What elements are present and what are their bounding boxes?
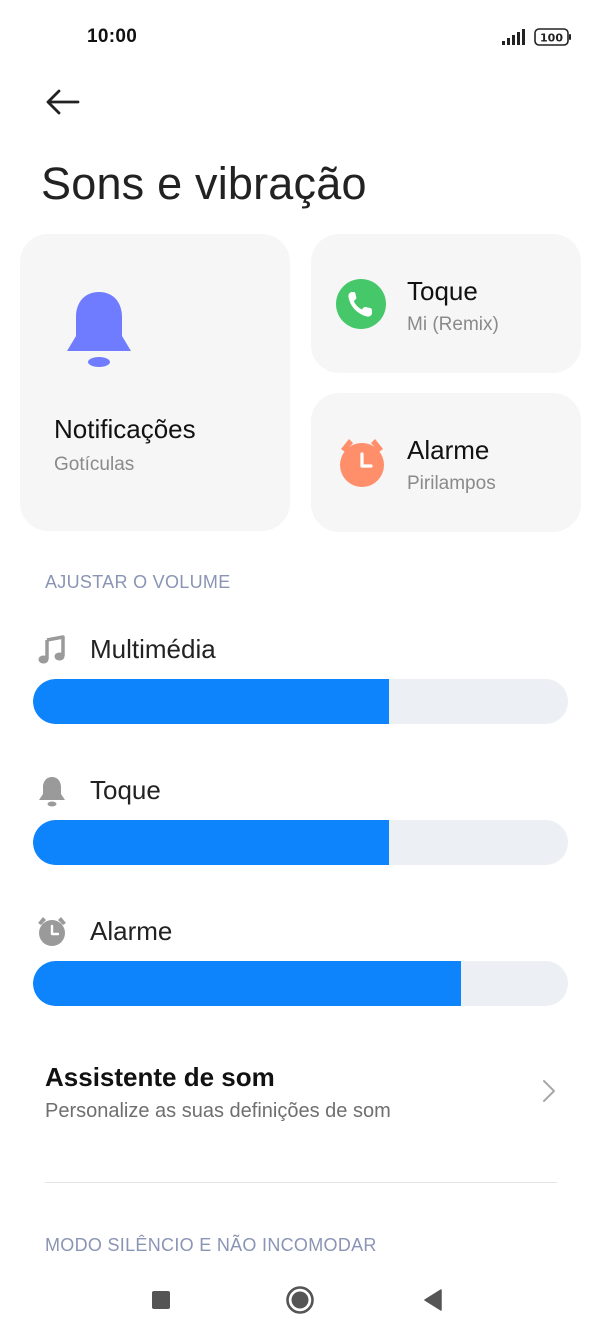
- arrow-left-icon: [46, 89, 80, 115]
- sound-assistant-title: Assistente de som: [45, 1062, 275, 1092]
- divider: [45, 1182, 557, 1183]
- notifications-title: Notificações: [54, 414, 196, 444]
- sound-assistant-subtitle: Personalize as suas definições de som: [45, 1100, 391, 1122]
- bell-icon: [39, 777, 65, 807]
- ringtone-subtitle: Mi (Remix): [407, 314, 499, 335]
- volume-ringtone-label: Toque: [90, 775, 161, 805]
- signal-icon: [502, 29, 525, 45]
- ringtone-title: Toque: [407, 276, 478, 306]
- volume-ringtone-slider[interactable]: [33, 820, 568, 865]
- bell-icon: [67, 292, 131, 367]
- home-circle-icon: [286, 1286, 314, 1314]
- alarm-card[interactable]: Alarme Pirilampos: [311, 393, 581, 532]
- back-button[interactable]: [40, 82, 86, 122]
- volume-multimedia-label: Multimédia: [90, 634, 216, 664]
- page-title: Sons e vibração: [41, 158, 367, 209]
- phone-icon: [336, 279, 386, 329]
- alarm-title: Alarme: [407, 435, 490, 465]
- battery-icon: 100: [534, 28, 571, 46]
- volume-alarm-label: Alarme: [90, 916, 173, 946]
- back-triangle-icon: [424, 1289, 442, 1311]
- status-time: 10:00: [87, 26, 138, 47]
- volume-multimedia-fill: [33, 679, 389, 724]
- recents-square-icon: [152, 1291, 170, 1309]
- chevron-right-icon: [543, 1080, 555, 1102]
- sound-assistant-row[interactable]: Assistente de som Personalize as suas de…: [0, 1040, 601, 1150]
- notifications-subtitle: Gotículas: [54, 454, 135, 475]
- ringtone-card[interactable]: Toque Mi (Remix): [311, 234, 581, 373]
- back-nav-button[interactable]: [415, 1282, 451, 1318]
- volume-multimedia-slider[interactable]: [33, 679, 568, 724]
- notifications-card[interactable]: Notificações Gotículas: [20, 234, 290, 531]
- recents-button[interactable]: [143, 1282, 179, 1318]
- silent-section-header: MODO SILÊNCIO E NÃO INCOMODAR: [45, 1235, 377, 1255]
- alarm-clock-icon: [340, 439, 384, 487]
- volume-alarm-fill: [33, 961, 461, 1006]
- alarm-clock-icon: [38, 917, 66, 946]
- navigation-bar: [0, 1268, 601, 1328]
- home-button[interactable]: [280, 1280, 320, 1320]
- status-bar: 10:00 100: [0, 0, 601, 76]
- battery-level: 100: [540, 31, 563, 44]
- music-note-icon: [38, 635, 65, 664]
- alarm-subtitle: Pirilampos: [407, 473, 496, 494]
- volume-ringtone-fill: [33, 820, 389, 865]
- volume-section-header: AJUSTAR O VOLUME: [45, 572, 231, 592]
- volume-alarm-slider[interactable]: [33, 961, 568, 1006]
